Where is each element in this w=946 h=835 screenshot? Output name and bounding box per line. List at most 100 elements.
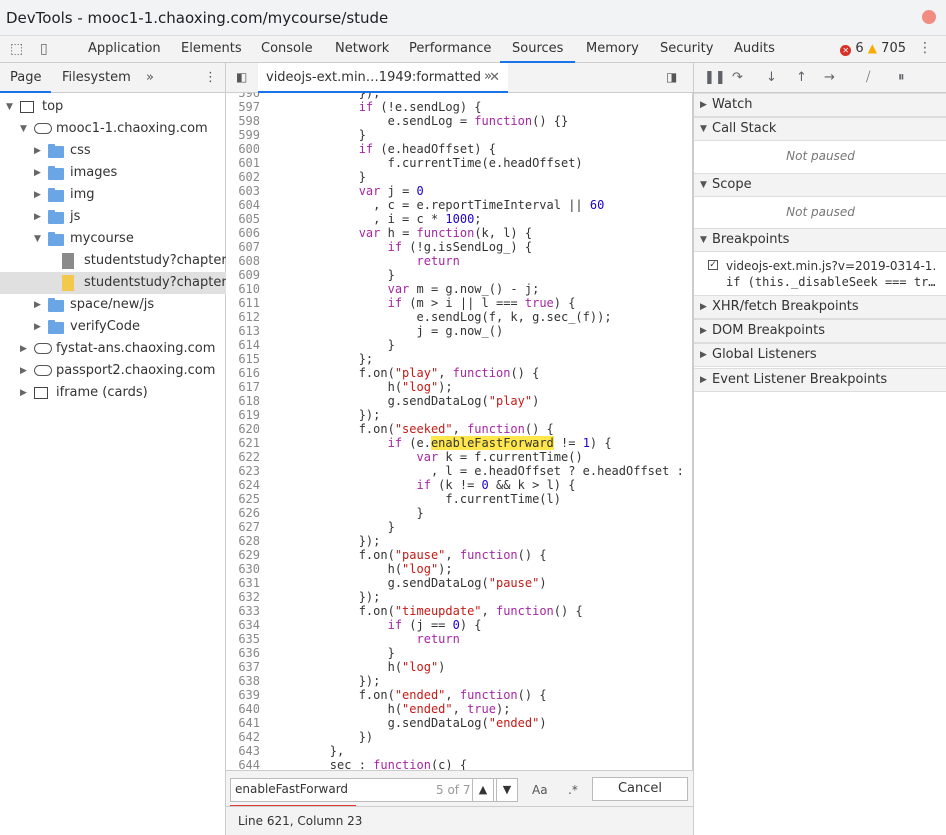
search-next-button[interactable]: ▼ bbox=[496, 778, 518, 802]
more-tabs-icon[interactable]: » bbox=[146, 63, 154, 93]
line-number[interactable]: 622 bbox=[226, 450, 260, 464]
tree-item[interactable]: ▶ fystat-ans.chaoxing.com bbox=[0, 338, 226, 360]
expanded-arrow-icon[interactable]: ▼ bbox=[20, 118, 27, 140]
line-number[interactable]: 644 bbox=[226, 758, 260, 770]
tree-item[interactable]: ▶ passport2.chaoxing.com bbox=[0, 360, 226, 382]
editor-tab-file[interactable]: videojs-ext.min…1949:formatted ✕ bbox=[258, 63, 509, 93]
navigator-menu-icon[interactable]: ⋮ bbox=[204, 63, 217, 93]
step-into-icon[interactable]: ↓ bbox=[766, 70, 777, 85]
breakpoint-file[interactable]: videojs-ext.min.js?v=2019-0314-1… bbox=[726, 259, 936, 273]
step-over-icon[interactable]: ↷ bbox=[732, 70, 743, 85]
tree-item[interactable]: studentstudy?chapterId= bbox=[0, 250, 250, 272]
regex-button[interactable]: .* bbox=[568, 783, 578, 797]
device-toolbar-icon[interactable]: ▯ bbox=[40, 41, 48, 57]
tab-memory[interactable]: Memory bbox=[586, 36, 639, 63]
collapsed-arrow-icon[interactable]: ▶ bbox=[34, 140, 41, 162]
code-view[interactable]: 596 }); 597 if (!e.sendLog) {598 e.sendLo… bbox=[226, 93, 693, 770]
line-number[interactable]: 599 bbox=[226, 128, 260, 142]
tab-console[interactable]: Console bbox=[261, 36, 313, 63]
cancel-search-button[interactable]: Cancel bbox=[592, 777, 688, 801]
tree-item[interactable]: ▶ space/new/js bbox=[0, 294, 226, 316]
tree-item[interactable]: ▶ js bbox=[0, 206, 226, 228]
line-number[interactable]: 631 bbox=[226, 576, 260, 590]
line-number[interactable]: 643 bbox=[226, 744, 260, 758]
line-number[interactable]: 601 bbox=[226, 156, 260, 170]
collapsed-arrow-icon[interactable]: ▶ bbox=[34, 162, 41, 184]
window-close-button[interactable] bbox=[922, 10, 936, 24]
search-prev-button[interactable]: ▲ bbox=[472, 778, 494, 802]
breakpoint-checkbox[interactable]: ✓ bbox=[708, 260, 718, 270]
toggle-debugger-icon[interactable]: ◨ bbox=[666, 70, 677, 84]
line-number[interactable]: 606 bbox=[226, 226, 260, 240]
line-number[interactable]: 604 bbox=[226, 198, 260, 212]
section-call-stack[interactable]: ▼ Call Stack bbox=[694, 117, 946, 141]
line-number[interactable]: 624 bbox=[226, 478, 260, 492]
line-number[interactable]: 621 bbox=[226, 436, 260, 450]
line-number[interactable]: 640 bbox=[226, 702, 260, 716]
tab-performance[interactable]: Performance bbox=[409, 36, 491, 63]
expanded-arrow-icon[interactable]: ▼ bbox=[6, 96, 13, 118]
tab-security[interactable]: Security bbox=[660, 36, 713, 63]
tab-network[interactable]: Network bbox=[335, 36, 389, 63]
line-number[interactable]: 602 bbox=[226, 170, 260, 184]
line-number[interactable]: 639 bbox=[226, 688, 260, 702]
line-number[interactable]: 635 bbox=[226, 632, 260, 646]
tab-filesystem[interactable]: Filesystem bbox=[62, 63, 131, 93]
line-number[interactable]: 636 bbox=[226, 646, 260, 660]
issue-counts[interactable]: ✕ 6 ▲ 705 bbox=[840, 41, 906, 56]
line-number[interactable]: 617 bbox=[226, 380, 260, 394]
line-number[interactable]: 632 bbox=[226, 590, 260, 604]
line-number[interactable]: 619 bbox=[226, 408, 260, 422]
step-icon[interactable]: → bbox=[824, 70, 835, 85]
line-number[interactable]: 614 bbox=[226, 338, 260, 352]
line-number[interactable]: 628 bbox=[226, 534, 260, 548]
more-editor-tabs-icon[interactable]: » bbox=[484, 69, 492, 84]
line-number[interactable]: 607 bbox=[226, 240, 260, 254]
line-number[interactable]: 597 bbox=[226, 100, 260, 114]
line-number[interactable]: 596 bbox=[226, 93, 260, 100]
collapsed-arrow-icon[interactable]: ▶ bbox=[20, 382, 27, 404]
tree-item[interactable]: ▶ images bbox=[0, 162, 226, 184]
match-case-button[interactable]: Aa bbox=[532, 783, 548, 797]
tree-item[interactable]: ▼ top bbox=[0, 96, 226, 118]
collapsed-arrow-icon[interactable]: ▶ bbox=[34, 294, 41, 316]
collapsed-arrow-icon[interactable]: ▶ bbox=[20, 360, 27, 382]
pause-on-exceptions-icon[interactable]: ⏸ bbox=[898, 70, 905, 85]
line-number[interactable]: 623 bbox=[226, 464, 260, 478]
section-breakpoints[interactable]: ▼ Breakpoints bbox=[694, 228, 946, 252]
line-number[interactable]: 610 bbox=[226, 282, 260, 296]
more-options-icon[interactable]: ⋮ bbox=[918, 40, 932, 56]
section-global-listeners[interactable]: ▶ Global Listeners bbox=[694, 343, 946, 367]
collapsed-arrow-icon[interactable]: ▶ bbox=[20, 338, 27, 360]
line-number[interactable]: 613 bbox=[226, 324, 260, 338]
tab-elements[interactable]: Elements bbox=[181, 36, 242, 63]
tab-sources[interactable]: Sources bbox=[500, 36, 576, 63]
tree-item[interactable]: ▼ mycourse bbox=[0, 228, 226, 250]
line-number[interactable]: 642 bbox=[226, 730, 260, 744]
line-number[interactable]: 598 bbox=[226, 114, 260, 128]
step-out-icon[interactable]: ↑ bbox=[796, 70, 807, 85]
tree-item[interactable]: ▶ iframe (cards) bbox=[0, 382, 226, 404]
line-number[interactable]: 612 bbox=[226, 310, 260, 324]
toggle-navigator-icon[interactable]: ◧ bbox=[236, 70, 247, 84]
line-number[interactable]: 603 bbox=[226, 184, 260, 198]
line-number[interactable]: 625 bbox=[226, 492, 260, 506]
collapsed-arrow-icon[interactable]: ▶ bbox=[34, 206, 41, 228]
line-number[interactable]: 605 bbox=[226, 212, 260, 226]
deactivate-breakpoints-icon[interactable]: ⧸ bbox=[866, 70, 870, 85]
line-number[interactable]: 609 bbox=[226, 268, 260, 282]
expanded-arrow-icon[interactable]: ▼ bbox=[34, 228, 41, 250]
line-number[interactable]: 616 bbox=[226, 366, 260, 380]
pause-icon[interactable]: ❚❚ bbox=[704, 70, 726, 85]
line-number[interactable]: 633 bbox=[226, 604, 260, 618]
line-number[interactable]: 630 bbox=[226, 562, 260, 576]
section-scope[interactable]: ▼ Scope bbox=[694, 173, 946, 197]
tree-item[interactable]: studentstudy?chapterId= bbox=[0, 272, 250, 294]
tree-item[interactable]: ▶ img bbox=[0, 184, 226, 206]
line-number[interactable]: 611 bbox=[226, 296, 260, 310]
tree-item[interactable]: ▶ css bbox=[0, 140, 226, 162]
collapsed-arrow-icon[interactable]: ▶ bbox=[34, 184, 41, 206]
line-number[interactable]: 600 bbox=[226, 142, 260, 156]
section-watch[interactable]: ▶ Watch bbox=[694, 93, 946, 117]
line-number[interactable]: 629 bbox=[226, 548, 260, 562]
